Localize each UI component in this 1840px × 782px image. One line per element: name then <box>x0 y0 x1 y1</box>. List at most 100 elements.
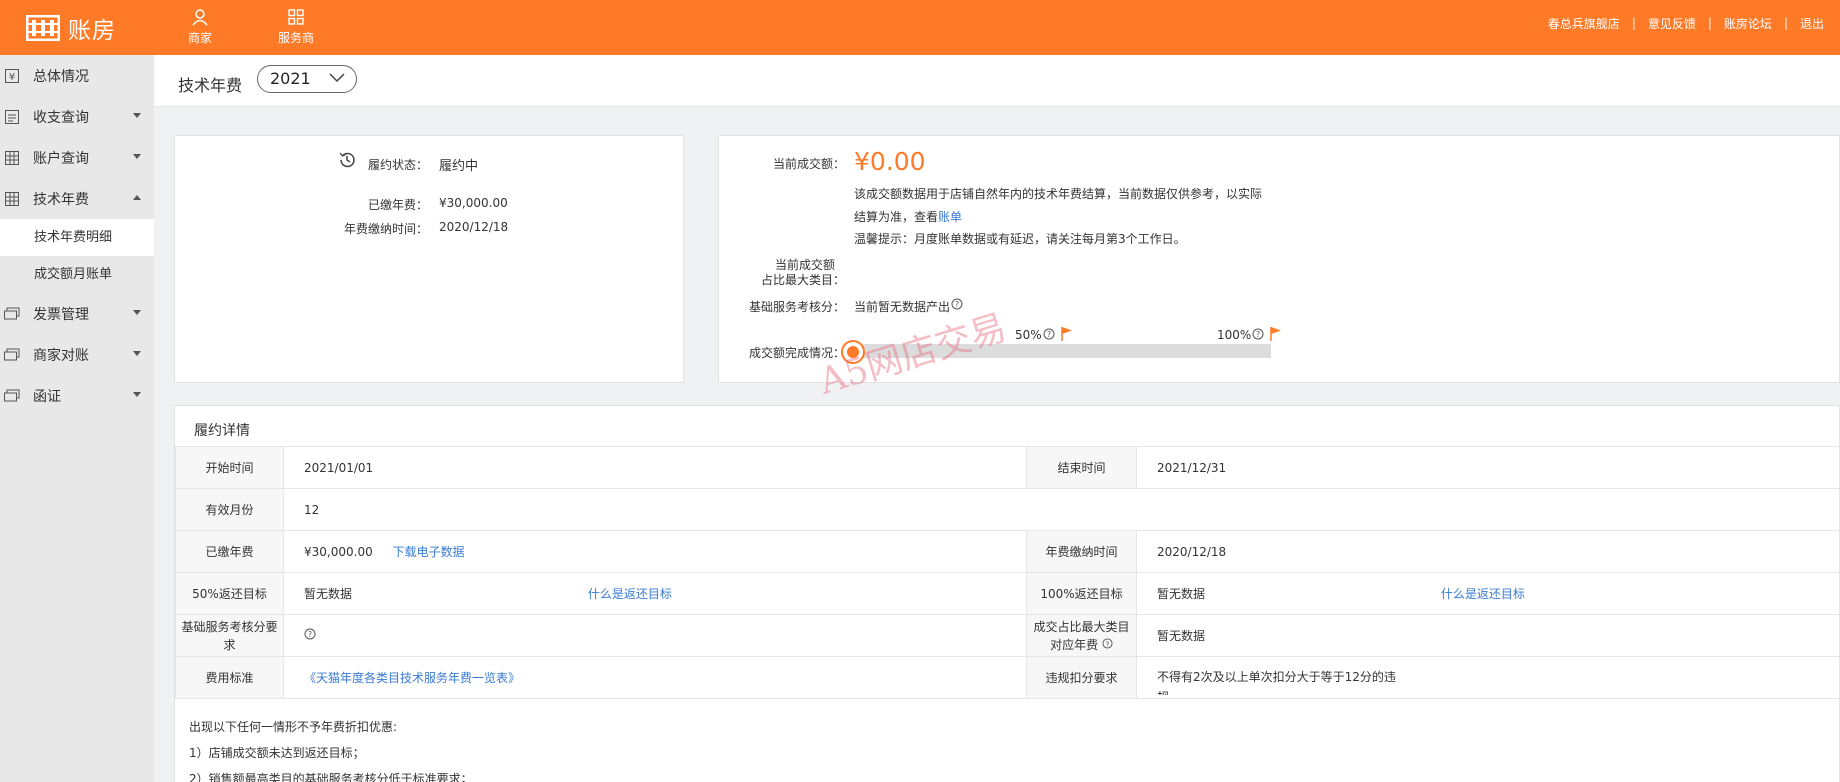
base-req-label-line1: 基础服务考核分要 <box>181 619 278 634</box>
nav-merchant-label: 商家 <box>187 31 212 45</box>
violation-label: 违规扣分要求 <box>1026 656 1137 699</box>
max-category-label-2: 占比最大类目： <box>760 273 845 287</box>
paid-fee-label: 已缴年费 <box>175 530 284 573</box>
progress-track <box>857 344 1271 358</box>
sidebar-item-label: 总体情况 <box>33 68 89 85</box>
return50-value: 暂无数据 <box>304 587 353 601</box>
nav-merchant[interactable]: 商家 <box>170 8 230 46</box>
paid-label: 已缴年费： <box>367 198 428 212</box>
notes-heading: 出现以下任何一情形不予年费折扣优惠: <box>189 720 398 734</box>
base-score-label: 基础服务考核分： <box>748 300 845 314</box>
start-label: 开始时间 <box>175 446 284 489</box>
divider: | <box>1783 16 1788 30</box>
sidebar-subitem-tech-fee-detail[interactable]: 技术年费明细 <box>0 219 154 256</box>
year-select[interactable]: 2021 <box>257 65 357 93</box>
content-header: 技术年费 2021 <box>154 55 1840 107</box>
fee-standard-link[interactable]: 《天猫年度各类目技术服务年费一览表》 <box>304 671 520 685</box>
end-label: 结束时间 <box>1026 446 1137 489</box>
chevron-up-icon <box>133 195 141 200</box>
detail-title: 履约详情 <box>194 423 250 439</box>
svg-text:¥: ¥ <box>9 72 15 83</box>
help-icon[interactable]: ? <box>1043 328 1055 340</box>
sidebar-item-reconcile[interactable]: 商家对账 <box>0 334 154 375</box>
max-cat-fee-label-line1: 成交占比最大类目 <box>1033 619 1130 634</box>
chevron-down-icon <box>133 154 141 159</box>
sidebar-item-invoice[interactable]: 发票管理 <box>0 293 154 334</box>
forum-link[interactable]: 账房论坛 <box>1724 15 1772 32</box>
brand-name: 账房 <box>68 18 116 44</box>
logo[interactable]: 账房 <box>26 12 116 44</box>
sidebar-subitem-monthly-bill[interactable]: 成交额月账单 <box>0 256 154 293</box>
max-cat-fee-label: 成交占比最大类目 对应年费 ? <box>1026 614 1137 657</box>
nav-provider[interactable]: 服务商 <box>266 8 326 46</box>
sidebar-item-letter[interactable]: 函证 <box>0 375 154 416</box>
person-icon <box>192 9 208 26</box>
stack-icon <box>4 347 20 363</box>
calculator-icon <box>4 191 20 207</box>
base-req-label-line2: 求 <box>223 637 236 652</box>
help-icon[interactable]: ? <box>304 628 316 640</box>
violation-value-line2: 规 <box>1157 687 1839 695</box>
months-label: 有效月份 <box>175 488 284 531</box>
nav-provider-label: 服务商 <box>277 31 314 45</box>
calculator-icon <box>4 150 20 166</box>
chevron-down-icon <box>133 351 141 356</box>
table-row: 已缴年费 ¥30,000.00 下载电子数据 年费缴纳时间 2020/12/18 <box>175 530 1840 573</box>
svg-text:?: ? <box>955 300 959 309</box>
table-row: 50%返还目标 暂无数据 什么是返还目标 100%返还目标 暂无数据 什么是返还… <box>175 572 1840 615</box>
violation-value-line1: 不得有2次及以上单次扣分大于等于12分的违 <box>1157 670 1396 684</box>
base-req-label: 基础服务考核分要 求 <box>175 614 284 657</box>
fee-pay-time-label: 年费缴纳时间 <box>1026 530 1137 573</box>
return100-value: 暂无数据 <box>1157 587 1206 601</box>
mark-100-label: 100% <box>1217 328 1252 342</box>
sidebar-item-overview[interactable]: ¥ 总体情况 <box>0 55 154 96</box>
tip-text: 温馨提示：月度账单数据或有延迟，请关注每月第3个工作日。 <box>854 232 1186 246</box>
stack-icon <box>4 388 20 404</box>
chevron-down-icon <box>133 113 141 118</box>
flag-icon <box>1270 327 1281 341</box>
return-target-help-link[interactable]: 什么是返还目标 <box>1441 587 1525 601</box>
help-icon[interactable]: ? <box>1252 328 1264 340</box>
return100-label: 100%返还目标 <box>1026 572 1137 615</box>
progress-label: 成交额完成情况： <box>748 346 845 360</box>
pay-time-label: 年费缴纳时间： <box>343 222 428 236</box>
sidebar-item-tech-fee[interactable]: 技术年费 <box>0 178 154 219</box>
logout-link[interactable]: 退出 <box>1800 15 1824 32</box>
bill-link[interactable]: 账单 <box>938 210 962 224</box>
table-row: 有效月份 12 <box>175 488 1840 531</box>
history-clock-icon <box>339 152 355 168</box>
help-icon[interactable]: ? <box>951 298 963 310</box>
chevron-down-icon <box>329 73 345 83</box>
download-data-link[interactable]: 下载电子数据 <box>393 545 465 559</box>
turnover-desc-line2: 结算为准，查看账单 <box>854 208 962 225</box>
paid-value: ¥30,000.00 <box>439 196 508 210</box>
sidebar-item-income-query[interactable]: 收支查询 <box>0 96 154 137</box>
fee-standard-cell: 《天猫年度各类目技术服务年费一览表》 <box>283 656 1027 699</box>
help-icon[interactable]: ? <box>1102 637 1113 649</box>
sidebar-item-label: 收支查询 <box>33 109 89 126</box>
sidebar-item-label: 账户查询 <box>33 150 89 167</box>
note-item: 2）销售额最高类目的基础服务考核分低于标准要求； <box>189 772 473 782</box>
progress-knob <box>843 342 863 362</box>
sidebar-item-label: 技术年费 <box>33 191 89 208</box>
mark-50-label: 50% <box>1015 328 1042 342</box>
sidebar-item-label: 函证 <box>33 388 61 405</box>
pay-time-value: 2020/12/18 <box>439 220 509 234</box>
chevron-down-icon <box>133 392 141 397</box>
end-value: 2021/12/31 <box>1136 446 1840 489</box>
feedback-link[interactable]: 意见反馈 <box>1648 15 1696 32</box>
stack-icon <box>4 306 20 322</box>
max-cat-fee-label-text: 对应年费 <box>1050 637 1099 652</box>
top-bar: 账房 商家 服务商 春总兵旗舰店 | 意见反馈 | 账房论坛 | 退出 <box>0 0 1840 55</box>
return50-label: 50%返还目标 <box>175 572 284 615</box>
return50-cell: 暂无数据 什么是返还目标 <box>283 572 1027 615</box>
document-icon <box>4 109 20 125</box>
base-req-value: ? <box>283 614 1027 657</box>
grid-apps-icon <box>288 9 304 25</box>
shop-name-link[interactable]: 春总兵旗舰店 <box>1548 15 1620 32</box>
table-row: 基础服务考核分要 求 ? 成交占比最大类目 对应年费 ? 暂无数据 <box>175 614 1840 657</box>
return-target-help-link[interactable]: 什么是返还目标 <box>588 587 672 601</box>
detail-table: 开始时间 2021/01/01 结束时间 2021/12/31 有效月份 12 … <box>175 446 1840 699</box>
sidebar-item-account-query[interactable]: 账户查询 <box>0 137 154 178</box>
sidebar-item-label: 发票管理 <box>33 306 89 323</box>
